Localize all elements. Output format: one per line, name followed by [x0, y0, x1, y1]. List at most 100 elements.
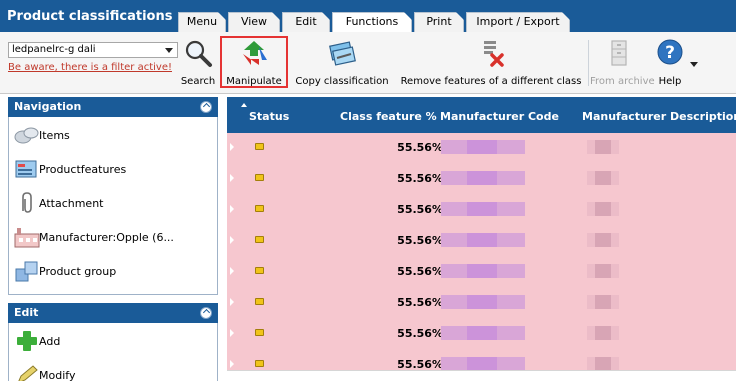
row-expand-icon[interactable]	[230, 329, 234, 337]
edit-header[interactable]: Edit	[8, 303, 218, 323]
status-indicator	[255, 236, 264, 243]
edit-item-add[interactable]: Add	[9, 323, 217, 357]
manufacturer-description-redacted	[587, 295, 619, 309]
toolbar: ledpanelrc-g dali Be aware, there is a f…	[0, 32, 736, 94]
svg-text:?: ?	[665, 43, 675, 63]
productfeatures-icon	[15, 160, 37, 178]
search-button[interactable]: Search	[176, 36, 220, 92]
horizontal-scrollbar[interactable]	[227, 370, 736, 381]
tab-print[interactable]: Print	[414, 12, 464, 32]
manufacturer-description-redacted	[587, 357, 619, 371]
class-feature-pct: 55.56%	[397, 327, 443, 340]
nav-item-productfeatures[interactable]: Productfeatures	[9, 151, 217, 185]
chevron-down-icon	[165, 48, 173, 53]
remove-features-icon	[484, 41, 504, 67]
help-button[interactable]: ? Help	[650, 36, 690, 92]
tab-functions[interactable]: Functions	[332, 12, 412, 33]
manufacturer-code-redacted	[441, 264, 525, 278]
grid-header: Status Class feature % Manufacturer Code…	[227, 97, 736, 133]
factory-icon	[14, 228, 40, 248]
status-indicator	[255, 267, 264, 274]
from-archive-button[interactable]: From archive	[590, 36, 655, 92]
navigation-header[interactable]: Navigation	[8, 97, 218, 117]
column-manufacturer-description[interactable]: Manufacturer Description	[582, 110, 736, 123]
filter-value: ledpanelrc-g dali	[12, 44, 96, 55]
copy-classification-button[interactable]: Copy classification	[290, 36, 394, 92]
archive-cabinet-icon	[611, 40, 627, 66]
status-indicator	[255, 174, 264, 181]
class-feature-pct: 55.56%	[397, 141, 443, 154]
manufacturer-code-redacted	[441, 295, 525, 309]
table-row[interactable]: 55.56%	[227, 257, 736, 285]
toolbar-separator	[588, 40, 589, 86]
collapse-icon[interactable]	[200, 101, 212, 113]
status-indicator	[255, 205, 264, 212]
class-feature-pct: 55.56%	[397, 172, 443, 185]
tab-edit[interactable]: Edit	[282, 12, 330, 32]
class-feature-pct: 55.56%	[397, 296, 443, 309]
filter-select[interactable]: ledpanelrc-g dali	[8, 42, 178, 58]
magnifier-icon	[185, 40, 212, 67]
manufacturer-description-redacted	[587, 171, 619, 185]
navigation-title: Navigation	[14, 100, 82, 113]
row-expand-icon[interactable]	[230, 174, 234, 182]
manufacturer-code-redacted	[441, 140, 525, 154]
status-indicator	[255, 298, 264, 305]
manufacturer-description-redacted	[587, 326, 619, 340]
manufacturer-description-redacted	[587, 233, 619, 247]
manufacturer-code-redacted	[441, 326, 525, 340]
tab-view[interactable]: View	[228, 12, 280, 32]
table-row[interactable]: 55.56%	[227, 133, 736, 161]
edit-title: Edit	[14, 306, 39, 319]
edit-list: Add Modify	[8, 323, 218, 381]
table-row[interactable]: 55.56%	[227, 319, 736, 347]
table-row[interactable]: 55.56%	[227, 226, 736, 254]
collapse-icon[interactable]	[200, 307, 212, 319]
nav-item-items[interactable]: Items	[9, 117, 217, 151]
column-status[interactable]: Status	[249, 110, 289, 123]
left-panel: Navigation Items Productfeatures Attachm…	[8, 97, 218, 381]
manufacturer-description-redacted	[587, 140, 619, 154]
remove-features-button[interactable]: Remove features of a different class	[396, 36, 586, 92]
manufacturer-code-redacted	[441, 202, 525, 216]
paperclip-icon	[22, 192, 32, 213]
classification-grid: Status Class feature % Manufacturer Code…	[227, 97, 736, 381]
row-expand-icon[interactable]	[230, 143, 234, 151]
edit-item-modify[interactable]: Modify	[9, 357, 217, 381]
tab-import-export[interactable]: Import / Export	[466, 12, 570, 32]
app-title: Product classifications	[7, 9, 173, 24]
row-expand-icon[interactable]	[230, 298, 234, 306]
table-row[interactable]: 55.56%	[227, 195, 736, 223]
column-class-feature-pct[interactable]: Class feature %	[340, 110, 437, 123]
class-feature-pct: 55.56%	[397, 265, 443, 278]
nav-item-attachment[interactable]: Attachment	[9, 185, 217, 219]
title-bar: Product classifications Menu View Edit F…	[0, 0, 736, 33]
help-icon: ?	[657, 39, 683, 65]
row-expand-icon[interactable]	[230, 360, 234, 368]
manufacturer-code-redacted	[441, 357, 525, 371]
sort-asc-icon[interactable]	[241, 103, 247, 107]
filter-warning-link[interactable]: Be aware, there is a filter active!	[8, 62, 178, 73]
table-row[interactable]: 55.56%	[227, 164, 736, 192]
grid-rows: 55.56% 55.56% 55.56% 55.56% 55.56% 55.56…	[227, 133, 736, 381]
tab-menu[interactable]: Menu	[178, 12, 226, 32]
manufacturer-description-redacted	[587, 264, 619, 278]
nav-item-manufacturer[interactable]: Manufacturer:Opple (6...	[9, 219, 217, 253]
table-row[interactable]: 55.56%	[227, 288, 736, 316]
status-indicator	[255, 329, 264, 336]
nav-item-product-group[interactable]: Product group	[9, 253, 217, 287]
items-icon	[14, 127, 39, 144]
copy-classification-icon	[329, 41, 356, 66]
row-expand-icon[interactable]	[230, 205, 234, 213]
column-manufacturer-code[interactable]: Manufacturer Code	[440, 110, 559, 123]
cubes-icon	[15, 261, 38, 282]
status-indicator	[255, 143, 264, 150]
class-feature-pct: 55.56%	[397, 203, 443, 216]
navigation-list: Items Productfeatures Attachment Manufac…	[8, 117, 218, 295]
status-indicator	[255, 360, 264, 367]
row-expand-icon[interactable]	[230, 267, 234, 275]
class-feature-pct: 55.56%	[397, 234, 443, 247]
help-dropdown-icon[interactable]	[690, 62, 698, 67]
plus-icon	[17, 331, 37, 351]
row-expand-icon[interactable]	[230, 236, 234, 244]
